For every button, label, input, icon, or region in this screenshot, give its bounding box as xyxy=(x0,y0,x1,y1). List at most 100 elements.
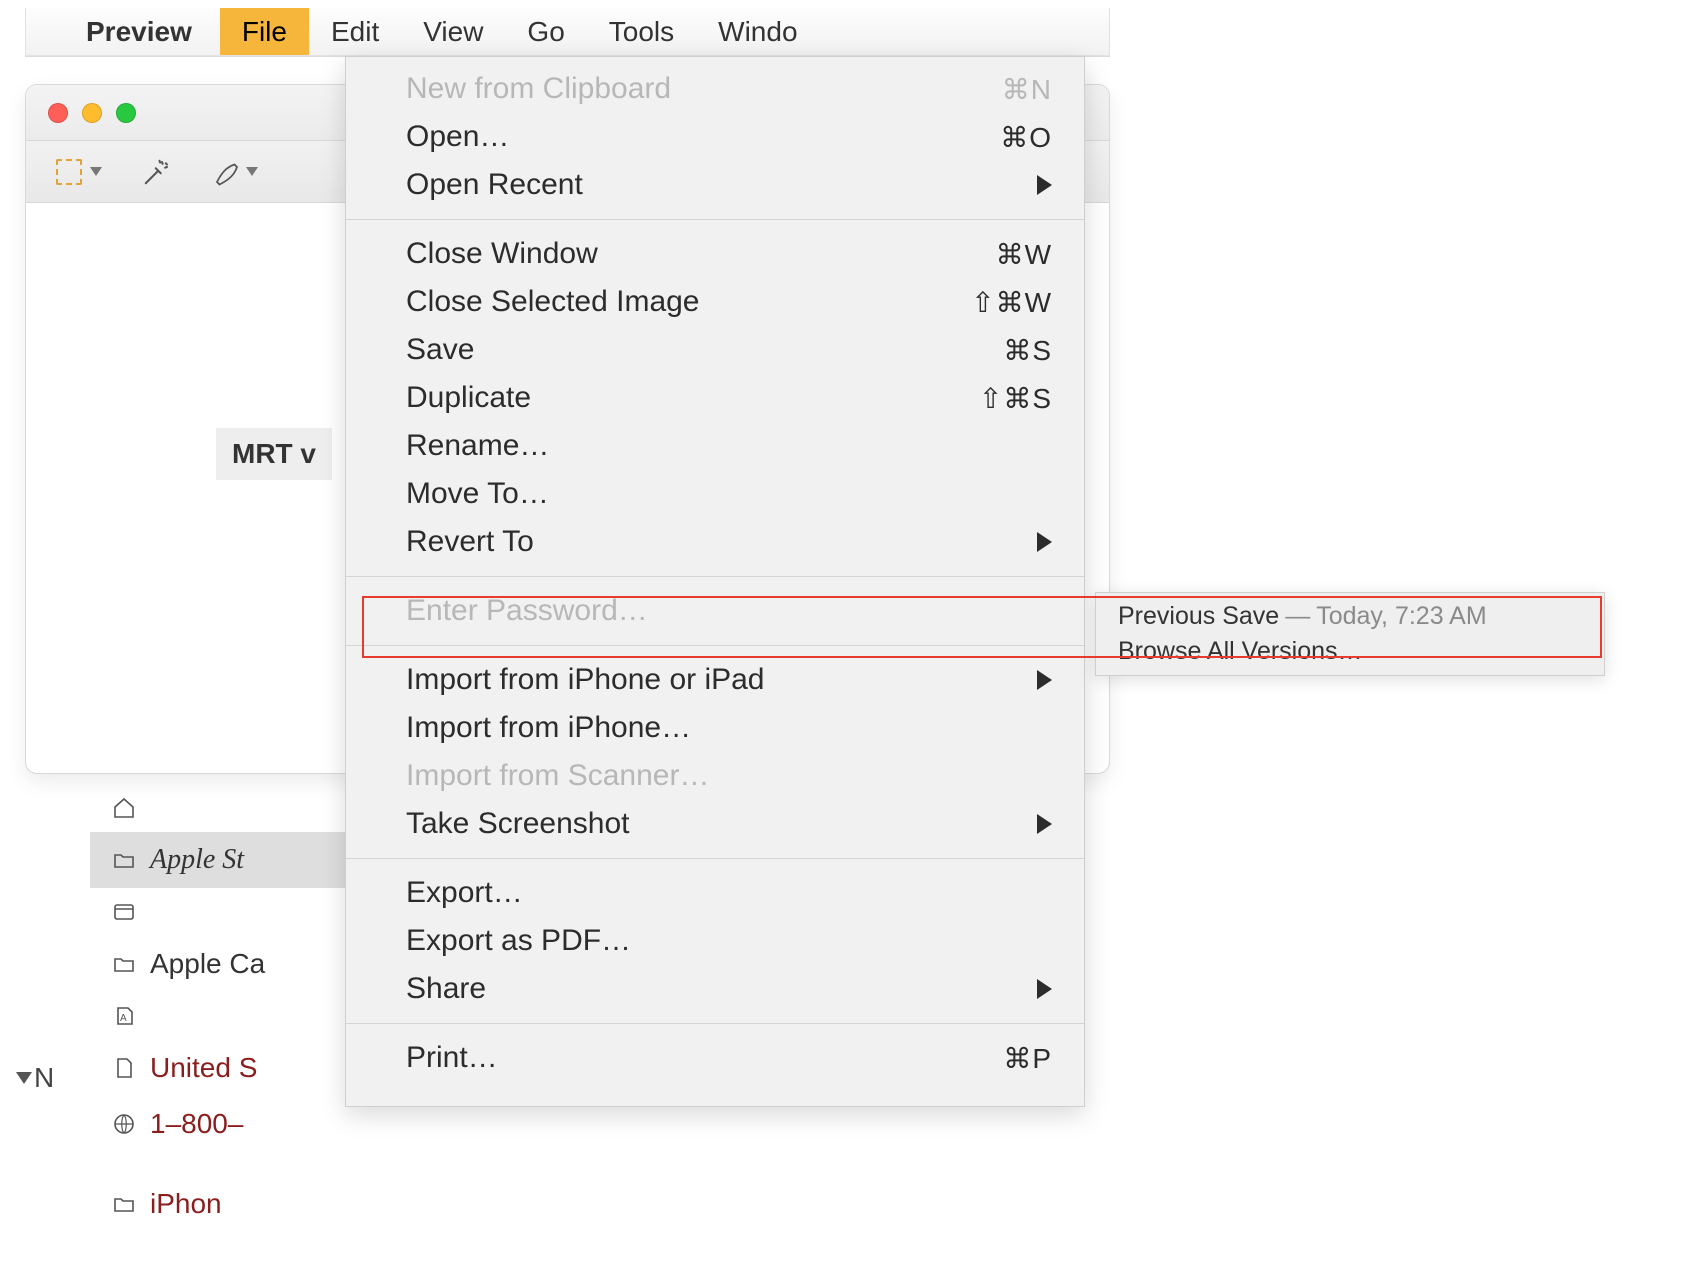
menu-item-label: Import from Scanner… xyxy=(406,759,709,793)
menu-item-print[interactable]: Print… ⌘P xyxy=(346,1034,1084,1082)
shortcut-label: ⌘S xyxy=(1003,334,1052,367)
svg-text:A: A xyxy=(120,1013,127,1024)
menu-item-import-scanner: Import from Scanner… xyxy=(346,752,1084,800)
chevron-down-icon xyxy=(90,167,102,176)
menu-separator xyxy=(346,858,1084,859)
zoom-window-button[interactable] xyxy=(116,103,136,123)
menu-item-import-iphone-ipad[interactable]: Import from iPhone or iPad xyxy=(346,656,1084,704)
folder-icon xyxy=(110,1192,138,1216)
menu-item-open[interactable]: Open… ⌘O xyxy=(346,113,1084,161)
list-item-label: Apple St xyxy=(150,844,244,876)
menu-item-rename[interactable]: Rename… xyxy=(346,422,1084,470)
list-item-label: Apple Ca xyxy=(150,948,265,980)
menu-separator xyxy=(346,219,1084,220)
disclosure-label: N xyxy=(34,1062,54,1094)
menu-item-label: Import from iPhone… xyxy=(406,711,691,745)
shortcut-label: ⇧⌘S xyxy=(979,382,1052,415)
submenu-arrow-icon xyxy=(1037,814,1052,834)
list-item-label: iPhon xyxy=(150,1188,222,1220)
menu-item-close-window[interactable]: Close Window ⌘W xyxy=(346,230,1084,278)
menu-item-save[interactable]: Save ⌘S xyxy=(346,326,1084,374)
submenu-item-dash: — xyxy=(1285,602,1310,631)
shortcut-label: ⌘O xyxy=(1000,121,1052,154)
markup-tool[interactable] xyxy=(212,157,258,187)
menu-item-label: Save xyxy=(406,333,474,367)
shortcut-label: ⌘W xyxy=(996,238,1052,271)
chevron-down-icon xyxy=(16,1072,32,1084)
menu-item-take-screenshot[interactable]: Take Screenshot xyxy=(346,800,1084,848)
submenu-item-timestamp: Today, 7:23 AM xyxy=(1316,602,1486,631)
submenu-arrow-icon xyxy=(1037,175,1052,195)
menu-item-label: Export as PDF… xyxy=(406,924,631,958)
minimize-window-button[interactable] xyxy=(82,103,102,123)
menu-item-label: Import from iPhone or iPad xyxy=(406,663,765,697)
menu-item-label: Duplicate xyxy=(406,381,531,415)
pencil-icon xyxy=(212,157,242,187)
submenu-arrow-icon xyxy=(1037,670,1052,690)
file-menu-dropdown: New from Clipboard ⌘N Open… ⌘O Open Rece… xyxy=(345,56,1085,1107)
menu-item-label: Share xyxy=(406,972,486,1006)
menu-view[interactable]: View xyxy=(401,8,505,55)
document-icon xyxy=(110,1056,138,1080)
menubar: Preview File Edit View Go Tools Windo xyxy=(25,8,1110,56)
submenu-item-browse-all-versions[interactable]: Browse All Versions… xyxy=(1096,634,1604,669)
menu-item-label: Rename… xyxy=(406,429,549,463)
menu-item-revert-to[interactable]: Revert To xyxy=(346,518,1084,566)
globe-icon xyxy=(110,1112,138,1136)
document-text-fragment: MRT v xyxy=(216,428,332,480)
folder-icon xyxy=(110,848,138,872)
menu-item-export[interactable]: Export… xyxy=(346,869,1084,917)
home-icon xyxy=(110,796,138,820)
menu-item-label: Close Window xyxy=(406,237,598,271)
app-icon: A xyxy=(110,1004,138,1028)
menu-item-move-to[interactable]: Move To… xyxy=(346,470,1084,518)
menu-item-export-pdf[interactable]: Export as PDF… xyxy=(346,917,1084,965)
menu-item-label: New from Clipboard xyxy=(406,72,671,106)
menu-item-label: Enter Password… xyxy=(406,594,648,628)
chevron-down-icon xyxy=(246,167,258,176)
list-item-label: United S xyxy=(150,1052,257,1084)
menu-item-label: Revert To xyxy=(406,525,534,559)
menu-item-share[interactable]: Share xyxy=(346,965,1084,1013)
menu-item-label: Move To… xyxy=(406,477,549,511)
menu-tools[interactable]: Tools xyxy=(587,8,696,55)
menu-go[interactable]: Go xyxy=(505,8,586,55)
magic-wand-icon xyxy=(142,157,172,187)
menu-item-new-from-clipboard: New from Clipboard ⌘N xyxy=(346,65,1084,113)
menu-item-label: Print… xyxy=(406,1041,498,1075)
menu-item-label: Take Screenshot xyxy=(406,807,629,841)
menu-item-close-selected-image[interactable]: Close Selected Image ⇧⌘W xyxy=(346,278,1084,326)
disclosure-triangle[interactable]: N xyxy=(18,1062,54,1094)
app-name[interactable]: Preview xyxy=(86,16,192,48)
menu-edit[interactable]: Edit xyxy=(309,8,401,55)
menu-item-open-recent[interactable]: Open Recent xyxy=(346,161,1084,209)
menu-separator xyxy=(346,645,1084,646)
menu-file[interactable]: File xyxy=(220,8,309,55)
close-window-button[interactable] xyxy=(48,103,68,123)
menu-item-label: Open… xyxy=(406,120,509,154)
shortcut-label: ⇧⌘W xyxy=(971,286,1052,319)
submenu-item-label: Previous Save xyxy=(1118,602,1279,631)
menu-item-label: Close Selected Image xyxy=(406,285,700,319)
menu-window[interactable]: Windo xyxy=(696,8,819,55)
shortcut-label: ⌘P xyxy=(1003,1042,1052,1075)
shortcut-label: ⌘N xyxy=(1002,73,1052,106)
selection-tool[interactable] xyxy=(56,159,102,185)
traffic-lights xyxy=(48,103,136,123)
folder-icon xyxy=(110,952,138,976)
submenu-arrow-icon xyxy=(1037,979,1052,999)
menu-item-import-iphone[interactable]: Import from iPhone… xyxy=(346,704,1084,752)
list-item[interactable] xyxy=(90,1152,490,1176)
menu-item-label: Export… xyxy=(406,876,523,910)
list-item-label: 1–800– xyxy=(150,1108,243,1140)
submenu-item-previous-save[interactable]: Previous Save — Today, 7:23 AM xyxy=(1096,599,1604,634)
menu-separator xyxy=(346,1023,1084,1024)
magic-wand-tool[interactable] xyxy=(142,157,172,187)
menu-separator xyxy=(346,576,1084,577)
menu-item-duplicate[interactable]: Duplicate ⇧⌘S xyxy=(346,374,1084,422)
menu-item-enter-password: Enter Password… xyxy=(346,587,1084,635)
window-icon xyxy=(110,900,138,924)
revert-to-submenu: Previous Save — Today, 7:23 AM Browse Al… xyxy=(1095,592,1605,676)
submenu-arrow-icon xyxy=(1037,532,1052,552)
list-item[interactable]: iPhon xyxy=(90,1176,490,1232)
